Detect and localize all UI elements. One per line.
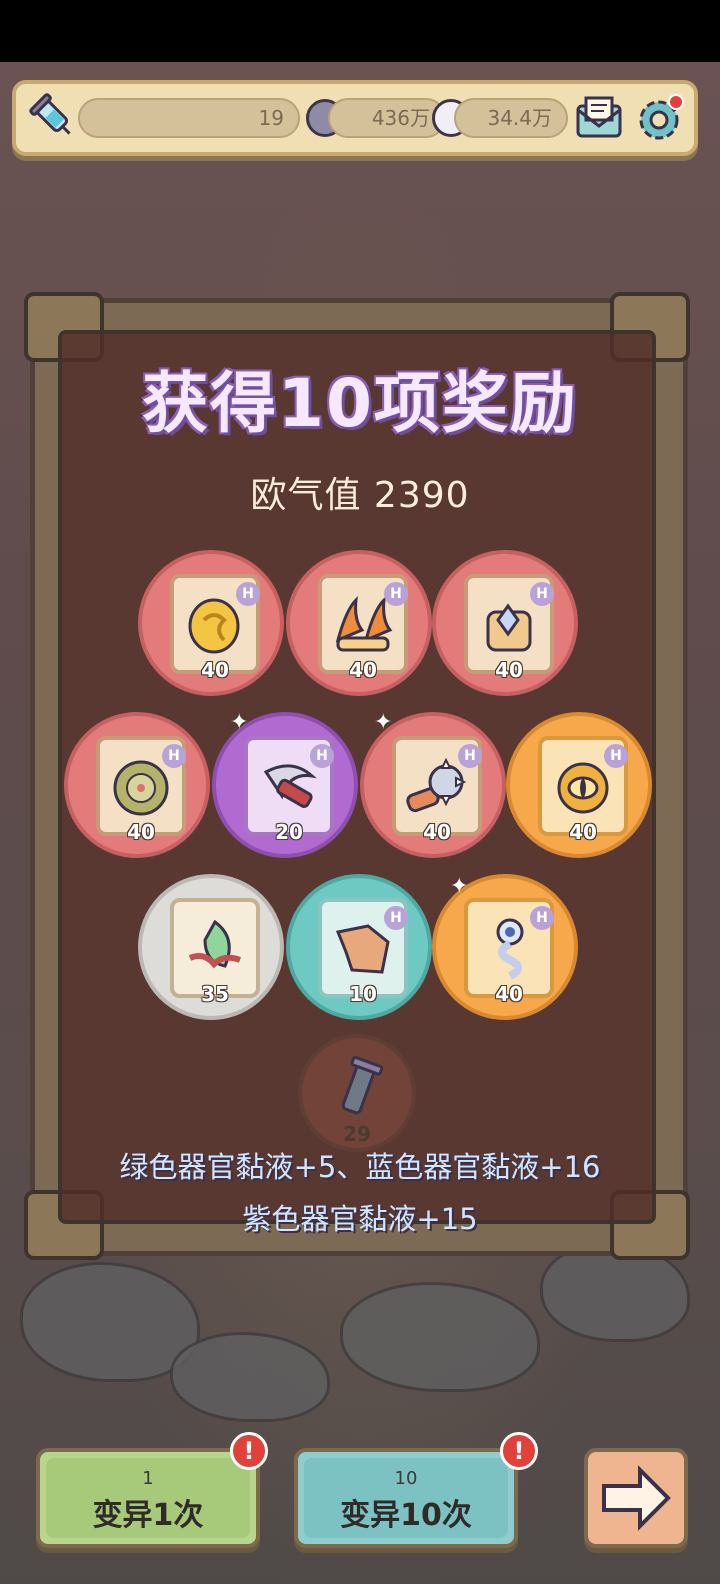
reward-item[interactable]: H 40 ✦ <box>360 710 506 858</box>
mutate-once-button[interactable]: 1 变异1次 <box>36 1448 260 1548</box>
item-count: 40 <box>569 820 597 844</box>
mutate-ten-button[interactable]: 10 变异10次 <box>294 1448 518 1548</box>
energy-value: 19 <box>258 106 284 130</box>
h-badge: H <box>310 744 334 768</box>
mutate-ten-count: 10 <box>394 1468 418 1489</box>
reward-item[interactable]: H 40 ✦ <box>432 874 578 1020</box>
item-count: 35 <box>201 982 229 1006</box>
h-badge: H <box>530 906 554 930</box>
arrow-right-icon <box>602 1465 671 1531</box>
item-count: 40 <box>423 820 451 844</box>
item-count: 40 <box>127 820 155 844</box>
reward-title: 获得10项奖励 <box>142 365 578 442</box>
reward-item[interactable]: H 40 <box>138 550 284 696</box>
luck-value: 欧气值 2390 <box>250 475 470 516</box>
alert-badge: ! <box>500 1432 538 1470</box>
mail-icon[interactable] <box>574 96 624 142</box>
bonus-text: 紫色器官黏液+15 <box>242 1202 478 1236</box>
reward-item[interactable]: 35 <box>138 874 284 1020</box>
bonus-text: 绿色器官黏液+5、蓝色器官黏液+16 <box>119 1150 601 1184</box>
h-badge: H <box>384 906 408 930</box>
reward-item[interactable]: H 40 <box>432 550 578 696</box>
h-badge: H <box>604 744 628 768</box>
green-leaf-icon <box>188 919 242 969</box>
mutate-once-label: 变异1次 <box>92 1498 204 1533</box>
item-count: 20 <box>275 820 303 844</box>
reward-item[interactable]: H 40 <box>506 712 652 858</box>
next-button[interactable] <box>584 1448 688 1548</box>
currency2-counter: 34.4万 <box>454 98 568 138</box>
mutate-once-count: 1 <box>142 1468 154 1489</box>
item-count: 40 <box>349 658 377 682</box>
background-rock <box>340 1282 540 1392</box>
h-badge: H <box>384 582 408 606</box>
h-badge: H <box>162 744 186 768</box>
reward-item[interactable]: H 20 ✦ <box>212 710 358 858</box>
background-rock <box>170 1332 330 1422</box>
sparkle-icon: ✦ <box>230 710 249 735</box>
item-count: 10 <box>349 982 377 1006</box>
h-badge: H <box>458 744 482 768</box>
currency1-value: 436万 <box>371 106 430 130</box>
item-count: 40 <box>495 982 523 1006</box>
reward-item[interactable]: H 40 <box>286 550 432 696</box>
resource-bar: 19 436万 34.4万 <box>12 80 698 156</box>
currency1-counter: 436万 <box>328 98 446 138</box>
syringe-icon[interactable] <box>28 92 80 144</box>
reward-item[interactable]: H 40 <box>64 712 210 858</box>
h-badge: H <box>236 582 260 606</box>
mutate-ten-label: 变异10次 <box>340 1498 472 1533</box>
currency2-value: 34.4万 <box>487 106 552 130</box>
item-count: 40 <box>201 658 229 682</box>
gear-icon[interactable] <box>632 92 686 146</box>
slot-count: 29 <box>343 1122 371 1146</box>
reward-item[interactable]: H 10 <box>286 874 432 1020</box>
item-count: 40 <box>495 658 523 682</box>
sparkle-icon: ✦ <box>450 874 469 899</box>
alert-badge: ! <box>230 1432 268 1470</box>
h-badge: H <box>530 582 554 606</box>
status-bar <box>0 0 720 62</box>
sparkle-icon: ✦ <box>374 710 393 735</box>
energy-counter: 19 <box>78 98 300 138</box>
